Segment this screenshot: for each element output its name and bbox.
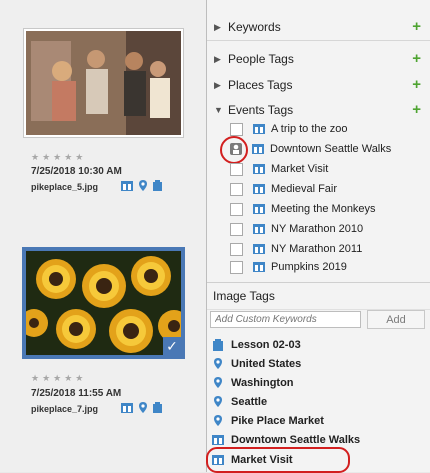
place-pin-icon bbox=[214, 396, 222, 407]
event-label: Pumpkins 2019 bbox=[271, 261, 347, 273]
image-tag-item[interactable]: United States bbox=[211, 355, 301, 372]
image-tags-header: Image Tags bbox=[207, 282, 430, 310]
event-icon bbox=[121, 180, 133, 191]
image-tag-item[interactable]: Lesson 02-03 bbox=[211, 336, 301, 353]
rating-stars-2[interactable]: ★★★★★ bbox=[31, 373, 86, 384]
rating-stars-1[interactable]: ★★★★★ bbox=[31, 152, 86, 163]
event-icon bbox=[253, 184, 265, 194]
event-label: NY Marathon 2010 bbox=[271, 223, 364, 235]
album-icon bbox=[153, 180, 162, 191]
place-pin-icon bbox=[214, 415, 222, 426]
photo-image-1 bbox=[26, 31, 181, 135]
event-item[interactable]: Pumpkins 2019 bbox=[230, 258, 347, 276]
collapse-arrow-icon[interactable]: ▼ bbox=[214, 105, 224, 115]
event-item[interactable]: Market Visit bbox=[230, 160, 328, 178]
event-checkbox[interactable] bbox=[230, 242, 243, 256]
section-label: Places Tags bbox=[228, 78, 293, 92]
image-tag-label: Pike Place Market bbox=[231, 414, 324, 427]
add-keyword-button[interactable]: Add bbox=[367, 310, 425, 329]
event-icon bbox=[253, 244, 265, 254]
event-label: Market Visit bbox=[271, 163, 329, 175]
event-checkbox[interactable] bbox=[230, 162, 243, 176]
image-tag-item[interactable]: Downtown Seattle Walks bbox=[211, 431, 360, 448]
event-icon bbox=[253, 164, 265, 174]
photo-meta-icons-2 bbox=[121, 402, 162, 413]
section-label: Keywords bbox=[228, 20, 281, 34]
event-icon bbox=[252, 144, 264, 154]
place-pin-icon bbox=[214, 358, 222, 369]
event-icon bbox=[253, 204, 265, 214]
photo-date-2: 7/25/2018 11:55 AM bbox=[31, 388, 122, 399]
event-icon bbox=[212, 434, 224, 445]
event-icon bbox=[253, 224, 265, 234]
custom-keywords-input[interactable] bbox=[210, 311, 361, 328]
event-icon bbox=[121, 402, 133, 413]
event-checkbox[interactable] bbox=[230, 260, 243, 274]
annotation-oval bbox=[206, 447, 350, 473]
event-checkbox[interactable] bbox=[230, 202, 243, 216]
image-tag-item[interactable]: Washington bbox=[211, 374, 294, 391]
tags-panel: ▶ Keywords + ▶ People Tags + ▶ Places Ta… bbox=[206, 0, 430, 473]
place-pin-icon bbox=[139, 402, 147, 413]
image-tag-label: Seattle bbox=[231, 395, 268, 408]
event-item[interactable]: Medieval Fair bbox=[230, 180, 337, 198]
image-tags-title: Image Tags bbox=[213, 289, 275, 303]
album-icon bbox=[153, 402, 162, 413]
section-label: Events Tags bbox=[228, 103, 294, 117]
event-label: NY Marathon 2011 bbox=[271, 243, 363, 255]
section-keywords[interactable]: ▶ Keywords + bbox=[207, 14, 430, 41]
event-item[interactable]: NY Marathon 2010 bbox=[230, 220, 363, 238]
add-event-plus-icon[interactable]: + bbox=[412, 101, 421, 118]
place-pin-icon bbox=[214, 377, 222, 388]
event-icon bbox=[253, 124, 265, 134]
add-people-plus-icon[interactable]: + bbox=[412, 50, 421, 67]
photo-meta-icons-1 bbox=[121, 180, 162, 191]
expand-arrow-icon[interactable]: ▶ bbox=[214, 54, 224, 65]
image-tag-label: Downtown Seattle Walks bbox=[231, 433, 361, 446]
photo-date-1: 7/25/2018 10:30 AM bbox=[31, 166, 122, 177]
image-tag-label: Washington bbox=[231, 376, 294, 389]
event-item[interactable]: A trip to the zoo bbox=[230, 120, 347, 138]
event-icon bbox=[253, 262, 265, 272]
section-label: People Tags bbox=[228, 52, 294, 66]
image-tag-label: Lesson 02-03 bbox=[231, 338, 301, 351]
event-item[interactable]: Meeting the Monkeys bbox=[230, 200, 376, 218]
photo-grid-pane: ★★★★★ 7/25/2018 10:30 AM pikeplace_5.jpg bbox=[0, 0, 207, 472]
expand-arrow-icon[interactable]: ▶ bbox=[214, 80, 224, 91]
event-item[interactable]: Downtown Seattle Walks bbox=[230, 140, 391, 158]
add-places-plus-icon[interactable]: + bbox=[412, 76, 421, 93]
event-label: Medieval Fair bbox=[271, 183, 338, 195]
photo-image-2 bbox=[26, 251, 181, 355]
image-tag-item[interactable]: Seattle bbox=[211, 393, 267, 410]
image-tag-label: United States bbox=[231, 357, 302, 370]
event-checkbox[interactable] bbox=[230, 122, 243, 136]
add-keyword-plus-icon[interactable]: + bbox=[412, 18, 421, 35]
event-item[interactable]: NY Marathon 2011 bbox=[230, 240, 362, 258]
event-label: Downtown Seattle Walks bbox=[270, 143, 392, 155]
event-checkbox[interactable] bbox=[230, 182, 243, 196]
photo-thumbnail-1[interactable] bbox=[24, 29, 183, 137]
event-label: Meeting the Monkeys bbox=[271, 203, 376, 215]
photo-thumbnail-2[interactable]: ✓ bbox=[24, 249, 183, 357]
album-icon bbox=[213, 338, 223, 351]
event-label: A trip to the zoo bbox=[271, 123, 348, 135]
event-checkbox[interactable] bbox=[230, 222, 243, 236]
image-tag-item[interactable]: Pike Place Market bbox=[211, 412, 324, 429]
selected-check-icon[interactable]: ✓ bbox=[163, 337, 181, 355]
photo-filename-2: pikeplace_7.jpg bbox=[31, 404, 99, 414]
expand-arrow-icon[interactable]: ▶ bbox=[214, 22, 224, 33]
section-places-tags[interactable]: ▶ Places Tags + bbox=[207, 72, 430, 99]
place-pin-icon bbox=[139, 180, 147, 191]
section-people-tags[interactable]: ▶ People Tags + bbox=[207, 46, 430, 73]
photo-filename-1: pikeplace_5.jpg bbox=[31, 182, 99, 192]
